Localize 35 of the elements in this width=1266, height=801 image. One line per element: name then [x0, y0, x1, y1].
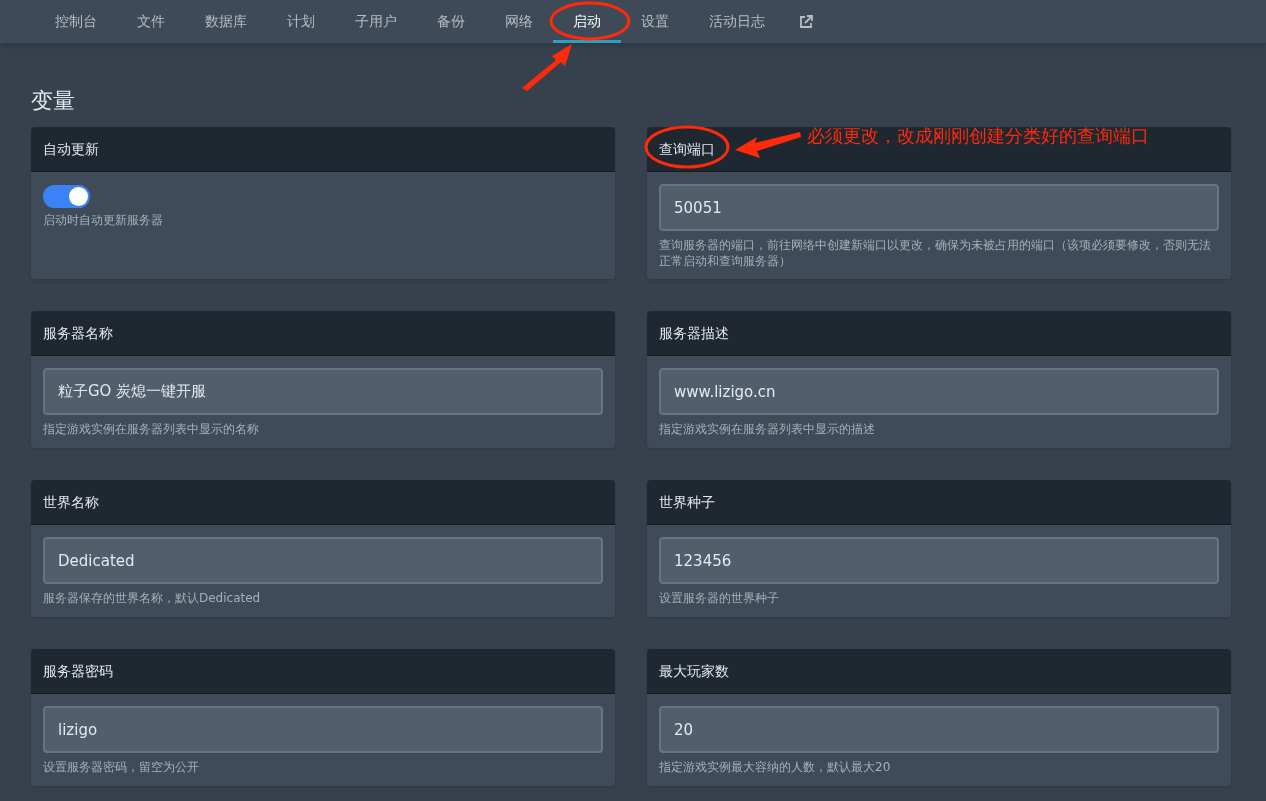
- nav-tab[interactable]: 数据库: [185, 0, 267, 43]
- input-field[interactable]: www.lizigo.cn: [659, 368, 1219, 415]
- card-title: 服务器名称: [43, 323, 113, 343]
- field-description: 指定游戏实例在服务器列表中显示的描述: [659, 421, 876, 437]
- field-description: 服务器保存的世界名称，默认Dedicated: [43, 590, 262, 606]
- input-field[interactable]: 50051: [659, 184, 1219, 231]
- page-heading: 变量: [31, 87, 76, 115]
- field-description: 设置服务器密码，留空为公开: [43, 759, 200, 775]
- field-description: 指定游戏实例最大容纳的人数，默认最大20: [659, 759, 892, 775]
- input-field[interactable]: Dedicated: [43, 537, 603, 584]
- input-field[interactable]: 粒子GO 炭熄一键开服: [43, 368, 603, 415]
- field-description: 指定游戏实例在服务器列表中显示的名称: [43, 421, 260, 437]
- nav-tab[interactable]: 计划: [267, 0, 335, 43]
- card-title: 服务器密码: [43, 661, 113, 681]
- card-title: 服务器描述: [659, 323, 729, 343]
- nav-tab[interactable]: 备份: [417, 0, 485, 43]
- card-title: 最大玩家数: [659, 661, 729, 681]
- input-field[interactable]: 20: [659, 706, 1219, 753]
- nav-tab[interactable]: 子用户: [335, 0, 417, 43]
- nav-tab[interactable]: 活动日志: [689, 0, 785, 43]
- nav-tab[interactable]: 设置: [621, 0, 689, 43]
- field-description: 查询服务器的端口，前往网络中创建新端口以更改，确保为未被占用的端口（该项必须要修改，否则无法正常启动和查询服务器）: [659, 237, 1212, 269]
- nav-tab[interactable]: 网络: [485, 0, 553, 43]
- nav-tab[interactable]: 文件: [117, 0, 185, 43]
- card-title: 查询端口: [659, 139, 715, 159]
- input-field[interactable]: lizigo: [43, 706, 603, 753]
- annotation-text: 必须更改，改成刚刚创建分类好的查询端口: [807, 124, 1149, 148]
- card-title: 世界种子: [659, 492, 715, 512]
- input-field[interactable]: 123456: [659, 537, 1219, 584]
- nav-tab[interactable]: 控制台: [35, 0, 117, 43]
- nav-tab[interactable]: 启动: [553, 0, 621, 43]
- field-description: 启动时自动更新服务器: [43, 212, 164, 228]
- card-title: 世界名称: [43, 492, 99, 512]
- card-title: 自动更新: [43, 139, 99, 159]
- field-description: 设置服务器的世界种子: [659, 590, 780, 606]
